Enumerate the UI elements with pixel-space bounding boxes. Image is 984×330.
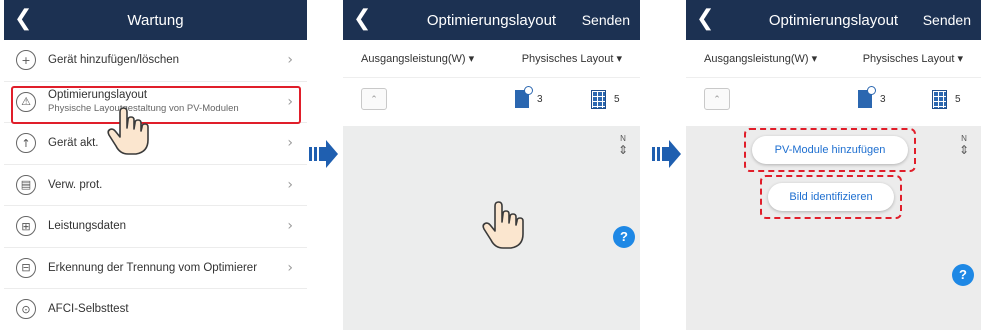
dropdown-bar: Ausgangsleistung(W) ▾ Physisches Layout … (343, 40, 640, 78)
menu-item-label: Leistungsdaten (48, 220, 127, 233)
next-step-arrow-icon (652, 140, 681, 168)
layout-type-dropdown[interactable]: Physisches Layout ▾ (522, 52, 622, 65)
compass-needle-icon: ⇕ (958, 143, 970, 157)
status-bar: ⌃ 3 5 (343, 78, 640, 126)
menu-list: + Gerät hinzufügen/löschen › ⚠ Optimieru… (4, 40, 307, 330)
chevron-right-icon: › (287, 52, 293, 68)
upload-arrow-icon: ↑ (16, 133, 36, 154)
send-button[interactable]: Senden (582, 12, 630, 28)
optimizer-count: 3 (858, 86, 886, 108)
pv-module-count: 5 (591, 90, 620, 109)
optimizer-layout-empty-screen: ❮ Optimierungslayout Senden Ausgangsleis… (343, 0, 640, 330)
dropdown-bar: Ausgangsleistung(W) ▾ Physisches Layout … (686, 40, 981, 78)
menu-item-performance-data[interactable]: ⊞ Leistungsdaten › (4, 206, 307, 248)
optimizer-count-value: 3 (880, 93, 886, 105)
help-button[interactable]: ? (952, 264, 974, 286)
back-icon[interactable]: ❮ (353, 7, 371, 31)
layout-type-dropdown[interactable]: Physisches Layout ▾ (863, 52, 963, 65)
maintenance-screen: ❮ Wartung + Gerät hinzufügen/löschen › ⚠… (4, 0, 307, 330)
caret-down-icon: ▾ (811, 53, 818, 65)
menu-item-label: Gerät hinzufügen/löschen (48, 54, 180, 67)
optimizer-icon (858, 86, 876, 108)
disconnect-icon: ⊟ (16, 257, 36, 278)
menu-item-label: AFCI-Selbsttest (48, 303, 129, 316)
header-bar: ❮ Wartung (4, 0, 307, 40)
status-bar: ⌃ 3 5 (686, 78, 981, 126)
chevron-right-icon: › (287, 135, 293, 151)
self-test-icon: ⊙ (16, 299, 36, 320)
chevron-right-icon: › (287, 259, 293, 276)
menu-item-add-delete-device[interactable]: + Gerät hinzufügen/löschen › (4, 40, 307, 82)
pv-count-value: 5 (614, 94, 620, 105)
menu-item-label: Verw. prot. (48, 178, 103, 191)
menu-item-label: Gerät akt. (48, 137, 99, 150)
layout-thumbnail-button[interactable]: ⌃ (361, 88, 387, 110)
caret-down-icon: ▾ (616, 53, 622, 65)
plus-circle-icon: + (16, 50, 36, 71)
header-bar: ❮ Optimierungslayout Senden (686, 0, 981, 40)
dropdown-label: Ausgangsleistung(W) (704, 53, 809, 65)
compass-icon: N ⇕ (616, 134, 630, 156)
page-title: Wartung (127, 11, 184, 29)
compass-icon: N ⇕ (957, 134, 971, 156)
pv-panel-icon (591, 90, 606, 109)
caret-down-icon: ▾ (468, 53, 475, 65)
document-log-icon: ▤ (16, 174, 36, 195)
menu-item-log-management[interactable]: ▤ Verw. prot. › (4, 165, 307, 206)
send-button[interactable]: Senden (923, 12, 971, 28)
identify-image-button[interactable]: Bild identifizieren (768, 183, 894, 211)
pv-count-value: 5 (955, 94, 961, 105)
sliders-icon: ⊞ (16, 216, 36, 237)
caret-down-icon: ▾ (957, 53, 963, 65)
chevron-right-icon: › (287, 218, 293, 234)
tap-hand-icon (107, 107, 149, 155)
output-power-dropdown[interactable]: Ausgangsleistung(W) ▾ (704, 52, 817, 65)
dropdown-label: Physisches Layout (521, 53, 614, 65)
pv-panel-icon (932, 90, 947, 109)
compass-needle-icon: ⇕ (617, 143, 629, 157)
optimizer-layout-options-screen: ❮ Optimierungslayout Senden Ausgangsleis… (686, 0, 981, 330)
menu-item-optimizer-disconnect-detection[interactable]: ⊟ Erkennung der Trennung vom Optimierer … (4, 248, 307, 289)
tap-hand-icon (482, 201, 524, 249)
header-bar: ❮ Optimierungslayout Senden (343, 0, 640, 40)
optimizer-count-value: 3 (537, 93, 543, 105)
back-icon[interactable]: ❮ (14, 7, 32, 31)
dropdown-label: Ausgangsleistung(W) (361, 53, 466, 65)
menu-item-label: Erkennung der Trennung vom Optimierer (48, 261, 258, 274)
north-label: N (620, 134, 626, 143)
menu-item-device-upgrade[interactable]: ↑ Gerät akt. › (4, 123, 307, 165)
next-step-arrow-icon (309, 140, 338, 168)
output-power-dropdown[interactable]: Ausgangsleistung(W) ▾ (361, 52, 474, 65)
chevron-right-icon: › (287, 176, 293, 193)
optimizer-icon (515, 86, 533, 108)
dropdown-label: Physisches Layout (862, 53, 955, 65)
optimizer-count: 3 (515, 86, 543, 108)
menu-item-afci-self-test[interactable]: ⊙ AFCI-Selbsttest (4, 289, 307, 330)
help-button[interactable]: ? (613, 226, 635, 248)
pv-module-count: 5 (932, 90, 961, 109)
north-label: N (961, 134, 967, 143)
add-pv-modules-button[interactable]: PV-Module hinzufügen (752, 136, 908, 164)
highlight-frame (11, 86, 301, 124)
back-icon[interactable]: ❮ (696, 7, 714, 31)
layout-thumbnail-button[interactable]: ⌃ (704, 88, 730, 110)
